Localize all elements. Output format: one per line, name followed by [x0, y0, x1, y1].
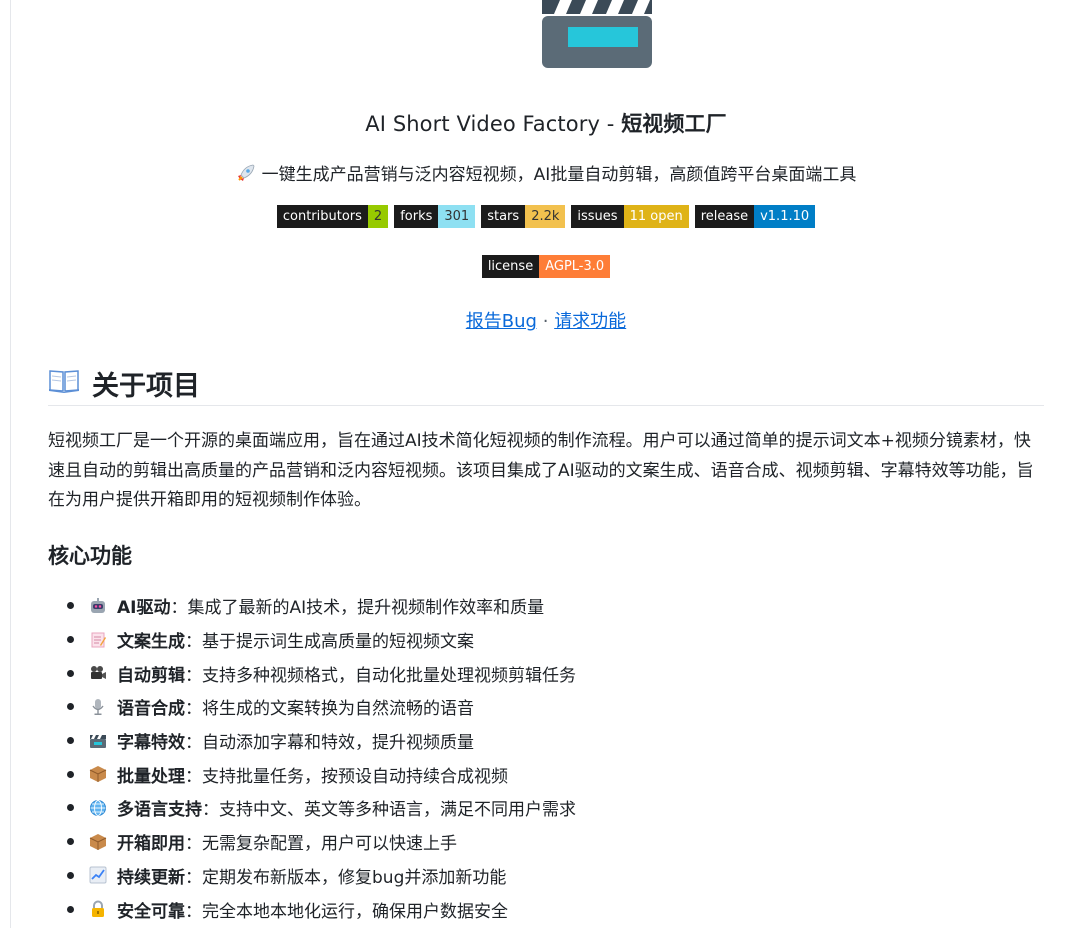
- package-icon: [89, 833, 107, 851]
- bullet: [67, 905, 74, 913]
- list-item: 安全可靠 ：完全本地本地化运行，确保用户数据安全: [48, 892, 1044, 926]
- about-heading: 关于项目: [48, 364, 200, 403]
- badges-row-2: license AGPL-3.0: [0, 255, 1080, 278]
- bullet: [67, 838, 74, 846]
- contributors-badge[interactable]: contributors 2: [276, 205, 389, 228]
- list-item: 自动剪辑 ：支持多种视频格式，自动化批量处理视频剪辑任务: [48, 656, 1044, 690]
- bullet: [67, 636, 74, 644]
- camera-icon: [89, 664, 107, 682]
- list-item: 开箱即用 ：无需复杂配置，用户可以快速上手: [48, 825, 1044, 859]
- list-item: 批量处理 ：支持批量任务，按预设自动持续合成视频: [48, 757, 1044, 791]
- microphone-icon: [89, 698, 107, 716]
- feature-name: 多语言支持: [117, 800, 202, 821]
- badge-key: release: [694, 205, 755, 228]
- feature-name: 自动剪辑: [117, 665, 185, 686]
- link-separator: ·: [542, 311, 549, 332]
- bullet: [67, 770, 74, 778]
- feature-name: 语音合成: [117, 699, 185, 720]
- bullet: [67, 602, 74, 610]
- badge-key: license: [481, 255, 540, 278]
- heading-divider: [48, 405, 1044, 406]
- badge-value: v1.1.10: [754, 205, 816, 228]
- globe-icon: [89, 799, 107, 817]
- lock-icon: [89, 900, 107, 918]
- feature-desc: ：支持中文、英文等多种语言，满足不同用户需求: [202, 800, 576, 821]
- badge-value: 2: [367, 205, 389, 228]
- bullet: [67, 804, 74, 812]
- about-paragraph: 短视频工厂是一个开源的桌面端应用，旨在通过AI技术简化短视频的制作流程。用户可以…: [48, 431, 1034, 510]
- stars-badge[interactable]: stars 2.2k: [481, 205, 566, 228]
- badge-key: forks: [394, 205, 439, 228]
- robot-icon: [89, 597, 107, 615]
- about-heading-text: 关于项目: [92, 371, 200, 402]
- bullet: [67, 737, 74, 745]
- project-tagline: 一键生成产品营销与泛内容短视频，AI批量自动剪辑，高颜值跨平台桌面端工具: [0, 160, 1080, 188]
- feature-desc: ：定期发布新版本，修复bug并添加新功能: [185, 867, 507, 888]
- license-badge[interactable]: license AGPL-3.0: [481, 255, 611, 278]
- project-title: AI Short Video Factory - 短视频工厂: [0, 108, 1080, 138]
- feature-name: 安全可靠: [117, 901, 185, 922]
- feature-desc: ：自动添加字幕和特效，提升视频质量: [185, 733, 474, 754]
- package-icon: [89, 765, 107, 783]
- badge-value: 11 open: [623, 205, 689, 228]
- forks-badge[interactable]: forks 301: [394, 205, 476, 228]
- memo-icon: [89, 631, 107, 649]
- badges-row-1: contributors 2 forks 301 stars 2.2k issu…: [0, 205, 1080, 228]
- list-item: 字幕特效 ：自动添加字幕和特效，提升视频质量: [48, 724, 1044, 758]
- issue-links: 报告Bug · 请求功能: [0, 307, 1080, 333]
- feature-desc: ：无需复杂配置，用户可以快速上手: [185, 834, 457, 855]
- features-list: AI驱动 ：集成了最新的AI技术，提升视频制作效率和质量 文案生成 ：基于提示词生成…: [48, 589, 1044, 926]
- feature-desc: ：基于提示词生成高质量的短视频文案: [185, 632, 474, 653]
- chart-icon: [89, 866, 107, 884]
- bullet: [67, 871, 74, 879]
- feature-desc: ：集成了最新的AI技术，提升视频制作效率和质量: [170, 598, 545, 619]
- title-strong: 短视频工厂: [621, 112, 727, 136]
- bullet: [67, 703, 74, 711]
- feature-name: AI驱动: [117, 598, 171, 619]
- badge-key: issues: [571, 205, 624, 228]
- feature-desc: ：完全本地本地化运行，确保用户数据安全: [185, 901, 508, 922]
- badge-key: contributors: [276, 205, 368, 228]
- feature-name: 文案生成: [117, 632, 185, 653]
- list-item: AI驱动 ：集成了最新的AI技术，提升视频制作效率和质量: [48, 589, 1044, 623]
- list-item: 多语言支持 ：支持中文、英文等多种语言，满足不同用户需求: [48, 791, 1044, 825]
- feature-name: 字幕特效: [117, 733, 185, 754]
- request-feature-link[interactable]: 请求功能: [554, 311, 626, 332]
- feature-desc: ：将生成的文案转换为自然流畅的语音: [185, 699, 474, 720]
- page-left-border: [10, 0, 11, 928]
- feature-name: 持续更新: [117, 867, 185, 888]
- list-item: 文案生成 ：基于提示词生成高质量的短视频文案: [48, 623, 1044, 657]
- features-heading: 核心功能: [48, 544, 132, 568]
- list-item: 持续更新 ：定期发布新版本，修复bug并添加新功能: [48, 859, 1044, 893]
- feature-name: 开箱即用: [117, 834, 185, 855]
- book-icon: [48, 367, 80, 400]
- badge-value: 2.2k: [525, 205, 566, 228]
- bullet: [67, 669, 74, 677]
- badge-value: 301: [438, 205, 476, 228]
- clapperboard-logo-icon: [538, 0, 656, 72]
- badge-value: AGPL-3.0: [539, 255, 611, 278]
- rocket-icon: [236, 163, 256, 188]
- release-badge[interactable]: release v1.1.10: [694, 205, 816, 228]
- tagline-text: 一键生成产品营销与泛内容短视频，AI批量自动剪辑，高颜值跨平台桌面端工具: [261, 165, 857, 185]
- report-bug-link[interactable]: 报告Bug: [466, 311, 537, 332]
- issues-badge[interactable]: issues 11 open: [571, 205, 689, 228]
- clapper-icon: [89, 732, 107, 750]
- feature-desc: ：支持多种视频格式，自动化批量处理视频剪辑任务: [185, 665, 576, 686]
- badge-key: stars: [481, 205, 526, 228]
- feature-desc: ：支持批量任务，按预设自动持续合成视频: [185, 766, 508, 787]
- title-prefix: AI Short Video Factory -: [365, 112, 622, 136]
- list-item: 语音合成 ：将生成的文案转换为自然流畅的语音: [48, 690, 1044, 724]
- feature-name: 批量处理: [117, 766, 185, 787]
